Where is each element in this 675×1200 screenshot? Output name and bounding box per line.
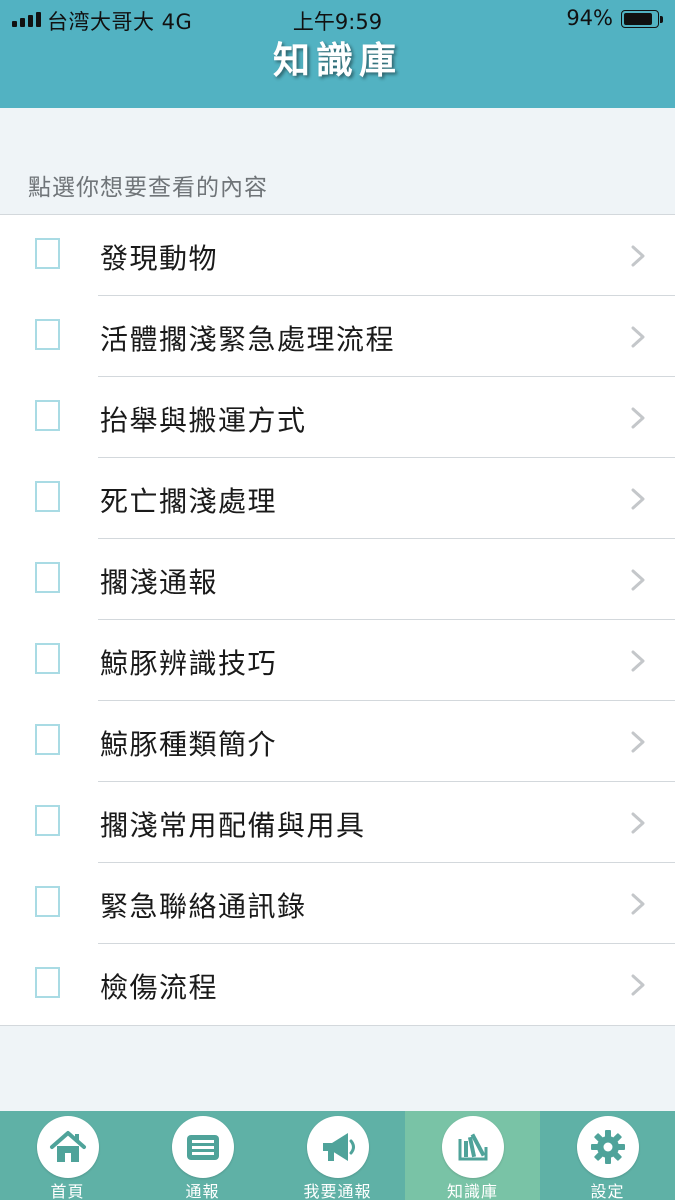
list-item-label: 抬舉與搬運方式 <box>100 404 307 437</box>
tab-bar: 首頁 通報 我要通報 知識庫 設定 <box>0 1111 675 1200</box>
checkbox[interactable] <box>35 805 60 836</box>
list-item[interactable]: 檢傷流程 <box>0 944 675 1025</box>
app-screen: 台湾大哥大 4G 上午9:59 94% 知識庫 點選你想要查看的內容 發現動物 … <box>0 0 675 1200</box>
list-item-label: 擱淺通報 <box>100 566 219 599</box>
list-item[interactable]: 發現動物 <box>0 215 675 296</box>
list-item[interactable]: 緊急聯絡通訊錄 <box>0 863 675 944</box>
tab-label: 我要通報 <box>303 1182 372 1200</box>
section-label: 點選你想要查看的內容 <box>28 175 268 201</box>
list-item[interactable]: 擱淺常用配備與用具 <box>0 782 675 863</box>
news-icon <box>186 1135 219 1160</box>
tab-icon-circle <box>171 1116 234 1178</box>
tab-home[interactable]: 首頁 <box>0 1111 135 1200</box>
chevron-right-icon <box>631 812 645 834</box>
knowledge-list: 發現動物 活體擱淺緊急處理流程 抬舉與搬運方式 死亡擱淺處理 擱淺通報 鯨豚辨識… <box>0 214 675 1026</box>
checkbox[interactable] <box>35 643 60 674</box>
list-item-label: 鯨豚種類簡介 <box>100 728 278 761</box>
tab-icon-circle <box>306 1116 369 1178</box>
tab-gear[interactable]: 設定 <box>540 1111 675 1200</box>
list-item[interactable]: 擱淺通報 <box>0 539 675 620</box>
tab-label: 知識庫 <box>446 1182 498 1200</box>
battery-percent: 94% <box>566 6 613 30</box>
list-item-label: 死亡擱淺處理 <box>100 485 278 518</box>
gear-icon <box>590 1130 625 1164</box>
list-item-label: 檢傷流程 <box>100 971 219 1004</box>
chevron-right-icon <box>631 569 645 591</box>
list-item[interactable]: 活體擱淺緊急處理流程 <box>0 296 675 377</box>
chevron-right-icon <box>631 326 645 348</box>
list-item[interactable]: 鯨豚種類簡介 <box>0 701 675 782</box>
checkbox[interactable] <box>35 562 60 593</box>
chevron-right-icon <box>631 407 645 429</box>
list-item-label: 擱淺常用配備與用具 <box>100 809 366 842</box>
chevron-right-icon <box>631 731 645 753</box>
tab-label: 首頁 <box>50 1182 85 1200</box>
tab-megaphone[interactable]: 我要通報 <box>270 1111 405 1200</box>
megaphone-icon <box>322 1133 355 1161</box>
tab-books[interactable]: 知識庫 <box>405 1111 540 1200</box>
checkbox[interactable] <box>35 724 60 755</box>
chevron-right-icon <box>631 974 645 996</box>
list-item[interactable]: 抬舉與搬運方式 <box>0 377 675 458</box>
home-icon <box>49 1131 86 1162</box>
list-item-label: 發現動物 <box>100 242 219 275</box>
books-icon <box>458 1133 487 1161</box>
list-item-label: 活體擱淺緊急處理流程 <box>100 323 396 356</box>
checkbox[interactable] <box>35 319 60 350</box>
list-item[interactable]: 鯨豚辨識技巧 <box>0 620 675 701</box>
tab-icon-circle <box>36 1116 99 1178</box>
list-item-label: 鯨豚辨識技巧 <box>100 647 278 680</box>
page-title: 知識庫 <box>273 39 402 82</box>
checkbox[interactable] <box>35 400 60 431</box>
battery-fill <box>624 13 653 25</box>
checkbox[interactable] <box>35 481 60 512</box>
list-item[interactable]: 死亡擱淺處理 <box>0 458 675 539</box>
tab-label: 通報 <box>185 1182 220 1200</box>
tab-icon-circle <box>441 1116 504 1178</box>
chevron-right-icon <box>631 893 645 915</box>
battery-icon <box>621 10 663 28</box>
list-item-label: 緊急聯絡通訊錄 <box>100 890 307 923</box>
checkbox[interactable] <box>35 886 60 917</box>
tab-news[interactable]: 通報 <box>135 1111 270 1200</box>
chevron-right-icon <box>631 650 645 672</box>
checkbox[interactable] <box>35 238 60 269</box>
checkbox[interactable] <box>35 967 60 998</box>
header-bar: 台湾大哥大 4G 上午9:59 94% 知識庫 <box>0 0 675 108</box>
tab-icon-circle <box>576 1116 639 1178</box>
chevron-right-icon <box>631 488 645 510</box>
tab-label: 設定 <box>590 1182 625 1200</box>
chevron-right-icon <box>631 245 645 267</box>
